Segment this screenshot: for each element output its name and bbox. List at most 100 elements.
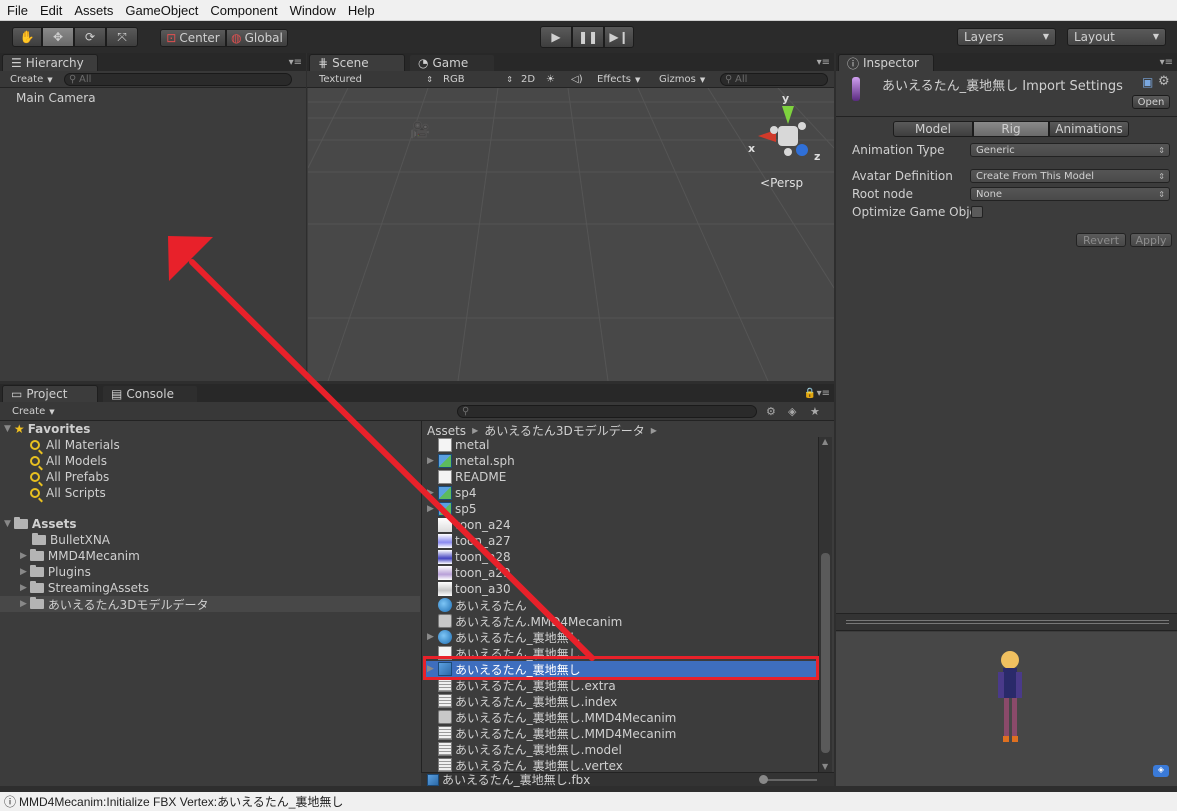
scroll-up-icon[interactable]: ▲ <box>822 437 828 446</box>
panel-menu-icon[interactable]: ▾≡ <box>289 57 302 68</box>
tab-hierarchy[interactable]: ☰ Hierarchy <box>2 54 98 71</box>
play-button[interactable]: ▶ <box>540 26 572 48</box>
tab-scene[interactable]: ⋕ Scene <box>309 54 405 71</box>
menu-edit[interactable]: Edit <box>34 3 68 18</box>
file-item[interactable]: toon_a27 <box>424 533 818 549</box>
filter-label-icon[interactable]: ◈ <box>788 405 796 418</box>
favorite-star-icon[interactable]: ★ <box>810 405 820 418</box>
render-dropdown[interactable]: RGB ⇕ <box>443 73 513 86</box>
apply-button[interactable]: Apply <box>1130 233 1172 247</box>
revert-button[interactable]: Revert <box>1076 233 1126 247</box>
tab-console-label: Console <box>126 387 174 401</box>
scroll-down-icon[interactable]: ▼ <box>822 762 828 771</box>
lighting-toggle[interactable]: ☀ <box>546 73 555 86</box>
tab-model[interactable]: Model <box>893 121 973 137</box>
pivot-toggle[interactable]: ⊡ Center <box>160 29 226 47</box>
gizmo-neg-y[interactable] <box>784 148 792 156</box>
filter-type-icon[interactable]: ⚙ <box>766 405 776 418</box>
file-item[interactable]: あいえるたん.MMD4Mecanim <box>424 613 818 629</box>
lock-icon[interactable]: 🔒 <box>804 388 816 399</box>
panel-menu-icon[interactable]: ▾≡ <box>1160 57 1173 68</box>
scene-search-input[interactable]: ⚲ All <box>720 73 828 86</box>
expand-right-icon[interactable]: ▶ <box>427 456 434 466</box>
file-item[interactable]: あいえるたん_裏地無し.model <box>424 741 818 757</box>
gizmos-dropdown[interactable]: Gizmos ▼ <box>659 73 705 86</box>
optimize-game-objects-checkbox[interactable] <box>971 206 983 218</box>
tab-console[interactable]: ▤ Console <box>102 385 198 402</box>
file-item[interactable]: あいえるたん_裏地無し.MMD4Mecanim <box>424 709 818 725</box>
tab-game[interactable]: ◔ Game <box>409 54 495 71</box>
expand-right-icon[interactable]: ▶ <box>427 488 434 498</box>
gizmo-neg-x[interactable] <box>770 126 778 134</box>
file-item[interactable]: toon_a24 <box>424 517 818 533</box>
move-tool-button[interactable]: ✥ <box>42 27 74 47</box>
pause-button[interactable]: ❚❚ <box>572 26 604 48</box>
gear-icon[interactable]: ⚙ <box>1158 74 1170 89</box>
tab-rig[interactable]: Rig <box>973 121 1049 137</box>
root-node-dropdown[interactable]: None ⇕ <box>970 187 1170 201</box>
file-item[interactable]: あいえるたん_裏地無し.index <box>424 693 818 709</box>
avatar-definition-dropdown[interactable]: Create From This Model ⇕ <box>970 169 1170 183</box>
menu-window[interactable]: Window <box>284 3 342 18</box>
file-item[interactable]: ▶ sp4 <box>424 485 818 501</box>
shading-dropdown[interactable]: Textured ⇕ <box>319 73 433 86</box>
file-item[interactable]: metal <box>424 437 818 453</box>
menu-help[interactable]: Help <box>342 3 381 18</box>
file-item[interactable]: ▶ あいえるたん_裏地無し <box>424 629 818 645</box>
mode-2d-button[interactable]: 2D <box>521 73 535 86</box>
open-button[interactable]: Open <box>1132 95 1170 109</box>
step-button[interactable]: ▶❙ <box>604 26 634 48</box>
help-book-icon[interactable]: ▣ <box>1142 75 1153 89</box>
camera-icon[interactable]: 🎥 <box>410 120 430 139</box>
orientation-gizmo[interactable]: y x z <box>748 92 830 172</box>
scrollbar-thumb[interactable] <box>821 553 830 753</box>
menu-component[interactable]: Component <box>204 3 283 18</box>
menu-gameobject[interactable]: GameObject <box>119 3 204 18</box>
hierarchy-create-button[interactable]: Create ▼ <box>10 73 53 86</box>
preview-splitter[interactable] <box>836 613 1177 631</box>
file-item[interactable]: toon_a28 <box>424 549 818 565</box>
hierarchy-search-input[interactable]: ⚲ All <box>64 73 292 86</box>
project-create-button[interactable]: Create ▼ <box>12 405 55 418</box>
tag-icon[interactable]: ◈ <box>1153 765 1169 777</box>
hierarchy-item-main-camera[interactable]: Main Camera <box>16 91 96 105</box>
breadcrumb-arrow-icon: ▶ <box>472 426 479 435</box>
audio-toggle[interactable]: ◁) <box>571 73 583 86</box>
scene-viewport[interactable]: 🎥 y x z <Persp <box>308 88 834 381</box>
animation-type-dropdown[interactable]: Generic ⇕ <box>970 143 1170 157</box>
panel-menu-icon[interactable]: ▾≡ <box>817 388 830 399</box>
gizmo-neg-z[interactable] <box>798 122 806 130</box>
panel-menu-icon[interactable]: ▾≡ <box>817 57 830 68</box>
file-item[interactable]: あいえるたん <box>424 597 818 613</box>
file-item[interactable]: toon_a30 <box>424 581 818 597</box>
space-toggle[interactable]: ◍ Global <box>226 29 288 47</box>
layout-dropdown[interactable]: Layout ▼ <box>1067 28 1166 46</box>
rotate-tool-button[interactable]: ⟳ <box>74 27 106 47</box>
menu-file[interactable]: File <box>0 3 34 18</box>
tab-inspector[interactable]: ⓘ Inspector <box>838 54 934 71</box>
gizmo-center-cube[interactable] <box>778 126 798 146</box>
tab-animations[interactable]: Animations <box>1049 121 1129 137</box>
scale-tool-button[interactable]: ⤧ <box>106 27 138 47</box>
expand-down-icon: ▼ <box>4 424 11 434</box>
file-list-scrollbar[interactable]: ▲ ▼ <box>818 437 832 772</box>
expand-right-icon[interactable]: ▶ <box>427 504 434 514</box>
layers-dropdown[interactable]: Layers ▼ <box>957 28 1056 46</box>
breadcrumb-item[interactable]: Assets <box>427 424 466 438</box>
slider-thumb[interactable] <box>759 775 768 784</box>
menu-assets[interactable]: Assets <box>68 3 119 18</box>
hand-tool-button[interactable]: ✋ <box>12 27 42 47</box>
file-item[interactable]: ▶ sp5 <box>424 501 818 517</box>
tab-project[interactable]: ▭ Project <box>2 385 98 402</box>
persp-label[interactable]: <Persp <box>760 176 803 190</box>
model-preview[interactable]: ◈ <box>836 632 1177 786</box>
project-search-input[interactable]: ⚲ <box>457 405 757 418</box>
expand-right-icon[interactable]: ▶ <box>427 632 434 642</box>
favorites-header[interactable]: ▼ ★ Favorites <box>0 421 420 437</box>
icon-size-slider[interactable] <box>759 775 817 784</box>
file-item[interactable]: あいえるたん_裏地無し.MMD4Mecanim <box>424 725 818 741</box>
effects-dropdown[interactable]: Effects ▼ <box>597 73 640 86</box>
file-item[interactable]: README <box>424 469 818 485</box>
file-item[interactable]: toon_a29 <box>424 565 818 581</box>
file-item[interactable]: ▶ metal.sph <box>424 453 818 469</box>
